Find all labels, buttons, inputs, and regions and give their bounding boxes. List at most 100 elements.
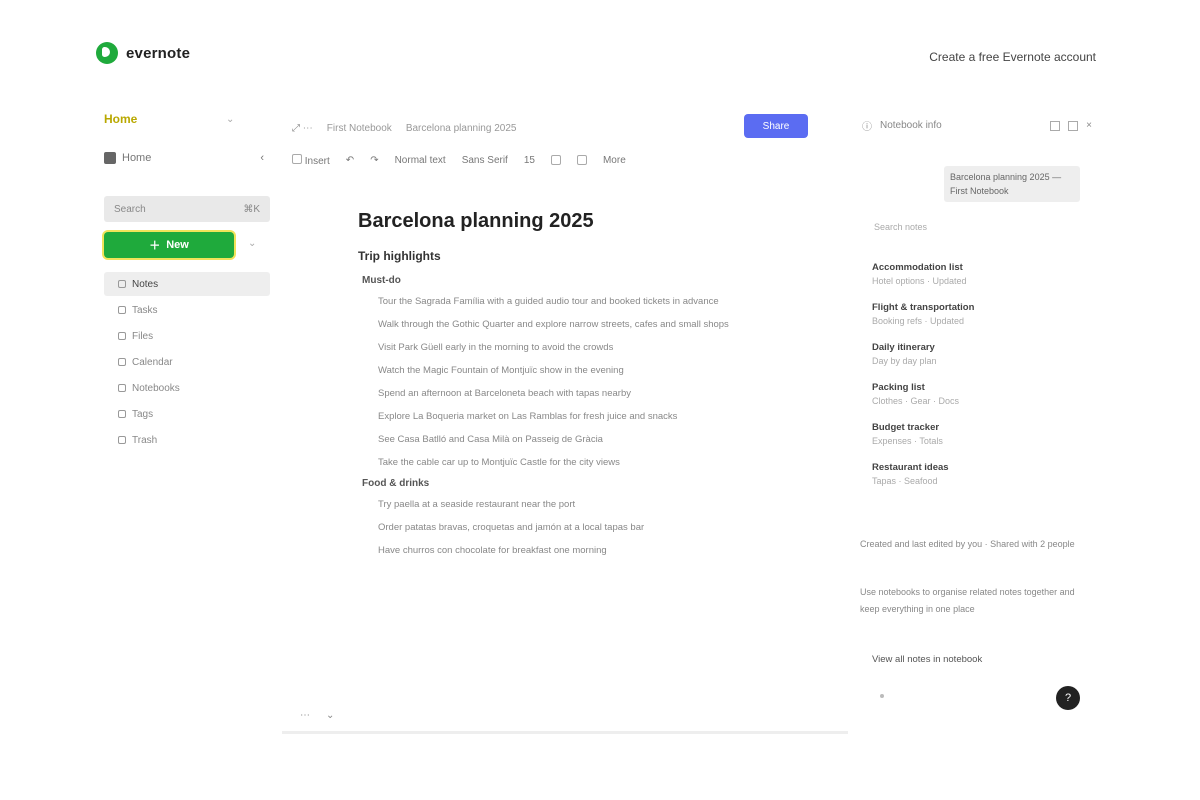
sidebar-search[interactable]: Search ⌘K xyxy=(104,196,270,222)
sidebar-item-notes[interactable]: Notes xyxy=(104,272,270,296)
item-title: Restaurant ideas xyxy=(872,462,949,473)
breadcrumb-notebook[interactable]: First Notebook xyxy=(327,123,392,134)
chevron-down-icon[interactable]: ⌄ xyxy=(226,114,234,125)
item-subtitle: Clothes · Gear · Docs xyxy=(872,396,960,406)
list-item[interactable]: Daily itinerary Day by day plan xyxy=(872,342,1092,366)
sidebar-nav: Notes Tasks Files Calendar Notebooks Tag… xyxy=(104,272,270,454)
must-do-list: Tour the Sagrada Família with a guided a… xyxy=(358,294,778,471)
list-item: Order patatas bravas, croquetas and jamó… xyxy=(378,522,645,533)
list-item: Explore La Boqueria market on Las Rambla… xyxy=(378,411,678,422)
tag-icon xyxy=(118,410,126,418)
info-icon: ⓘ xyxy=(862,122,872,133)
page: evernote Create a free Evernote account … xyxy=(0,0,1200,800)
list-item: Walk through the Gothic Quarter and expl… xyxy=(378,319,729,330)
sidebar-item-label: Calendar xyxy=(132,356,173,368)
account-menu[interactable]: Home xyxy=(104,112,137,126)
list-item[interactable]: Flight & transportation Booking refs · Up… xyxy=(872,302,1092,326)
list-item: Visit Park Güell early in the morning to… xyxy=(378,342,614,353)
brand[interactable]: evernote xyxy=(96,42,190,64)
app-window: Home ⌄ Home ‹ Search ⌘K ＋ New ⌄ Notes Ta… xyxy=(96,104,1104,740)
undo-button[interactable]: ↶ xyxy=(346,155,354,166)
sidebar-item-label: Trash xyxy=(132,434,158,446)
sidebar-item-trash[interactable]: Trash xyxy=(104,428,270,452)
sidebar-item-tags[interactable]: Tags xyxy=(104,402,270,426)
sidebar-item-label: Tasks xyxy=(132,304,158,316)
note-editor[interactable]: Barcelona planning 2025 Trip highlights … xyxy=(358,210,778,710)
sidebar-item-label: Tags xyxy=(132,408,154,420)
new-note-button[interactable]: ＋ New xyxy=(104,232,234,258)
sidebar: Home ⌄ Home ‹ Search ⌘K ＋ New ⌄ Notes Ta… xyxy=(96,104,276,740)
notebook-icon xyxy=(118,384,126,392)
more-button[interactable]: More xyxy=(603,155,626,166)
item-subtitle: Hotel options · Updated xyxy=(872,276,967,286)
list-item[interactable]: Packing list Clothes · Gear · Docs xyxy=(872,382,1092,406)
right-panel-search[interactable]: Search notes xyxy=(874,222,927,232)
item-subtitle: Expenses · Totals xyxy=(872,436,943,446)
chevron-left-icon[interactable]: ‹ xyxy=(260,152,264,164)
sidebar-item-files[interactable]: Files xyxy=(104,324,270,348)
view-all-link[interactable]: View all notes in notebook xyxy=(872,654,982,665)
style-select[interactable]: Normal text xyxy=(395,155,446,166)
note-footer: ⋯ ⌄ xyxy=(300,710,334,721)
create-account-link[interactable]: Create a free Evernote account xyxy=(929,50,1096,64)
sidebar-item-label: Files xyxy=(132,330,154,342)
food-list: Try paella at a seaside restaurant near … xyxy=(358,497,778,559)
size-select[interactable]: 15 xyxy=(524,155,535,166)
plus-icon: ＋ xyxy=(149,240,161,252)
sidebar-item-label: Notes xyxy=(132,278,159,290)
insert-button[interactable]: Insert xyxy=(292,153,330,167)
related-notes-list: Accommodation list Hotel options · Update… xyxy=(872,262,1092,502)
list-item: Watch the Magic Fountain of Montjuïc sho… xyxy=(378,365,624,376)
new-more-icon[interactable]: ⌄ xyxy=(248,238,256,249)
font-select[interactable]: Sans Serif xyxy=(462,155,508,166)
note-info-text: Created and last edited by you · Shared … xyxy=(860,539,1075,549)
evernote-logo-icon xyxy=(96,42,118,64)
help-button[interactable]: ? xyxy=(1056,686,1080,710)
footer-expand-icon[interactable]: ⌄ xyxy=(326,710,334,721)
close-icon[interactable]: × xyxy=(1086,120,1092,131)
subsection-heading: Must-do xyxy=(362,275,401,286)
footer-more-icon[interactable]: ⋯ xyxy=(300,710,310,721)
file-icon xyxy=(118,332,126,340)
highlight-icon[interactable] xyxy=(576,155,587,165)
list-item: Spend an afternoon at Barceloneta beach … xyxy=(378,388,631,399)
list-item: Try paella at a seaside restaurant near … xyxy=(378,499,576,510)
item-title: Budget tracker xyxy=(872,422,940,433)
status-dot xyxy=(880,694,884,698)
notebook-tag[interactable]: Barcelona planning 2025 — First Notebook xyxy=(944,166,1080,202)
list-item[interactable]: Accommodation list Hotel options · Update… xyxy=(872,262,1092,286)
search-shortcut: ⌘K xyxy=(243,203,260,215)
home-icon xyxy=(104,152,116,164)
note-icon xyxy=(118,280,126,288)
trash-icon xyxy=(118,436,126,444)
layout-icon[interactable] xyxy=(1050,120,1061,131)
note-header: ⤢ ⋯ First Notebook Barcelona planning 20… xyxy=(292,116,812,140)
note-title[interactable]: Barcelona planning 2025 xyxy=(358,210,778,233)
share-button[interactable]: Share xyxy=(744,114,808,138)
item-title: Packing list xyxy=(872,382,925,393)
subsection-heading: Food & drinks xyxy=(362,478,430,489)
list-item[interactable]: Budget tracker Expenses · Totals xyxy=(872,422,1092,446)
color-icon[interactable] xyxy=(550,155,561,165)
expand-icon[interactable]: ⤢ ⋯ xyxy=(292,123,313,134)
section-heading: Trip highlights xyxy=(358,249,441,263)
task-icon xyxy=(118,306,126,314)
list-item[interactable]: Restaurant ideas Tapas · Seafood xyxy=(872,462,1092,486)
sidebar-item-tasks[interactable]: Tasks xyxy=(104,298,270,322)
sidebar-item-calendar[interactable]: Calendar xyxy=(104,350,270,374)
sidebar-item-notebooks[interactable]: Notebooks xyxy=(104,376,270,400)
brand-name: evernote xyxy=(126,44,191,62)
list-item: See Casa Batlló and Casa Milà on Passeig… xyxy=(378,434,603,445)
fullscreen-icon[interactable] xyxy=(1068,120,1079,131)
right-panel-header: ⓘ Notebook info × xyxy=(862,118,1092,133)
item-title: Accommodation list xyxy=(872,262,963,273)
sidebar-home-label: Home xyxy=(122,152,152,164)
right-panel: ⓘ Notebook info × Barcelona planning 202… xyxy=(856,104,1104,740)
redo-button[interactable]: ↷ xyxy=(370,155,378,166)
item-title: Flight & transportation xyxy=(872,302,975,313)
breadcrumb-note[interactable]: Barcelona planning 2025 xyxy=(406,123,517,134)
divider xyxy=(282,731,848,734)
sidebar-home-row[interactable]: Home ‹ xyxy=(104,152,264,164)
search-label: Search xyxy=(114,203,146,215)
item-subtitle: Booking refs · Updated xyxy=(872,316,965,326)
